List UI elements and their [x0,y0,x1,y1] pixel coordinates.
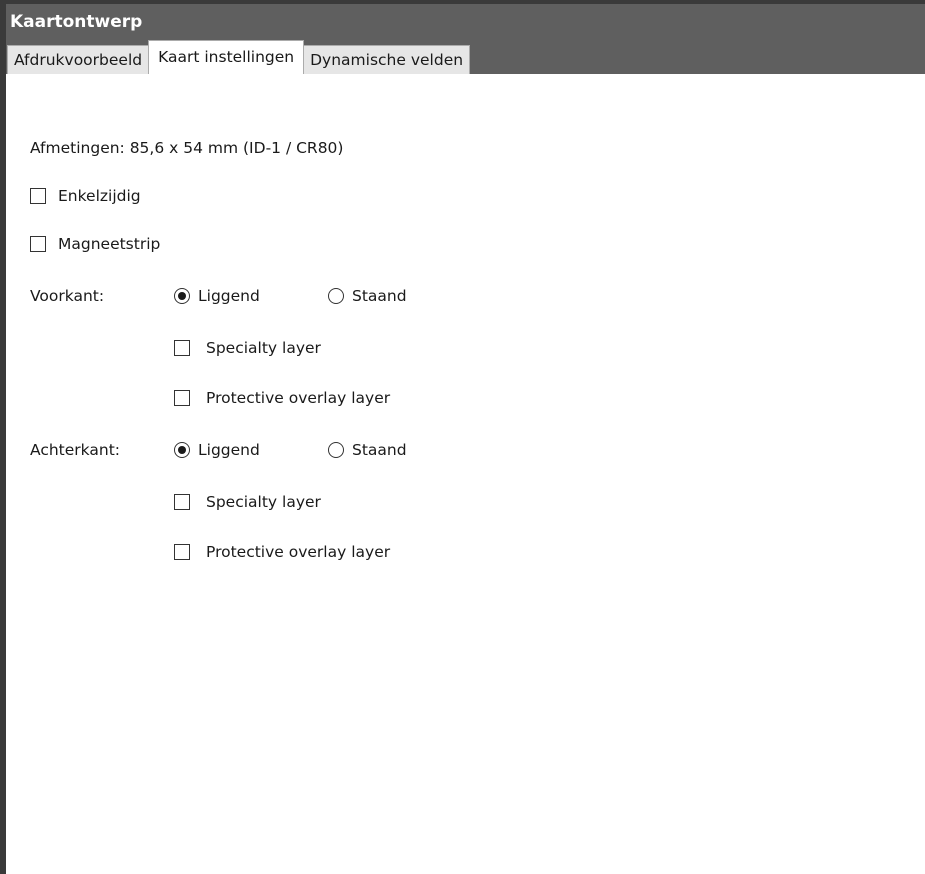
front-landscape-label[interactable]: Liggend [198,286,260,306]
back-portrait-label[interactable]: Staand [352,440,407,460]
front-landscape-option[interactable]: Liggend [174,286,260,306]
back-specialty-layer-checkbox[interactable] [174,494,190,510]
back-portrait-option[interactable]: Staand [328,440,407,460]
front-specialty-layer-checkbox[interactable] [174,340,190,356]
tab-print-preview[interactable]: Afdrukvoorbeeld [7,45,150,74]
single-sided-row[interactable]: Enkelzijdig [30,186,141,206]
tab-dynamic-fields[interactable]: Dynamische velden [303,45,471,74]
dimensions-row: Afmetingen: 85,6 x 54 mm (ID-1 / CR80) [30,138,343,158]
magnetic-strip-row[interactable]: Magneetstrip [30,234,160,254]
back-protective-overlay-checkbox[interactable] [174,544,190,560]
front-portrait-label[interactable]: Staand [352,286,407,306]
back-specialty-layer-label[interactable]: Specialty layer [206,492,321,512]
front-portrait-option[interactable]: Staand [328,286,407,306]
back-portrait-radio[interactable] [328,442,344,458]
card-design-window: Kaartontwerp Afdrukvoorbeeld Kaart inste… [0,0,925,874]
front-landscape-radio[interactable] [174,288,190,304]
back-landscape-radio[interactable] [174,442,190,458]
front-portrait-radio[interactable] [328,288,344,304]
back-label: Achterkant: [30,441,120,459]
back-protective-overlay-row[interactable]: Protective overlay layer [174,542,390,562]
single-sided-checkbox[interactable] [30,188,46,204]
tab-strip: Afdrukvoorbeeld Kaart instellingen Dynam… [6,40,925,74]
back-protective-overlay-label[interactable]: Protective overlay layer [206,542,390,562]
front-specialty-layer-label[interactable]: Specialty layer [206,338,321,358]
front-label-row: Voorkant: [30,286,104,306]
tab-card-settings[interactable]: Kaart instellingen [148,40,305,74]
back-landscape-option[interactable]: Liggend [174,440,260,460]
back-specialty-layer-row[interactable]: Specialty layer [174,492,321,512]
magnetic-strip-checkbox[interactable] [30,236,46,252]
dimensions-label: Afmetingen: 85,6 x 54 mm (ID-1 / CR80) [30,139,344,157]
window-title: Kaartontwerp [6,4,925,40]
front-protective-overlay-checkbox[interactable] [174,390,190,406]
front-label: Voorkant: [30,287,105,305]
back-label-row: Achterkant: [30,440,120,460]
card-settings-panel: Afmetingen: 85,6 x 54 mm (ID-1 / CR80) E… [12,78,925,874]
magnetic-strip-label[interactable]: Magneetstrip [58,234,160,254]
back-landscape-label[interactable]: Liggend [198,440,260,460]
front-specialty-layer-row[interactable]: Specialty layer [174,338,321,358]
front-protective-overlay-label[interactable]: Protective overlay layer [206,388,390,408]
front-protective-overlay-row[interactable]: Protective overlay layer [174,388,390,408]
single-sided-label[interactable]: Enkelzijdig [58,186,141,206]
